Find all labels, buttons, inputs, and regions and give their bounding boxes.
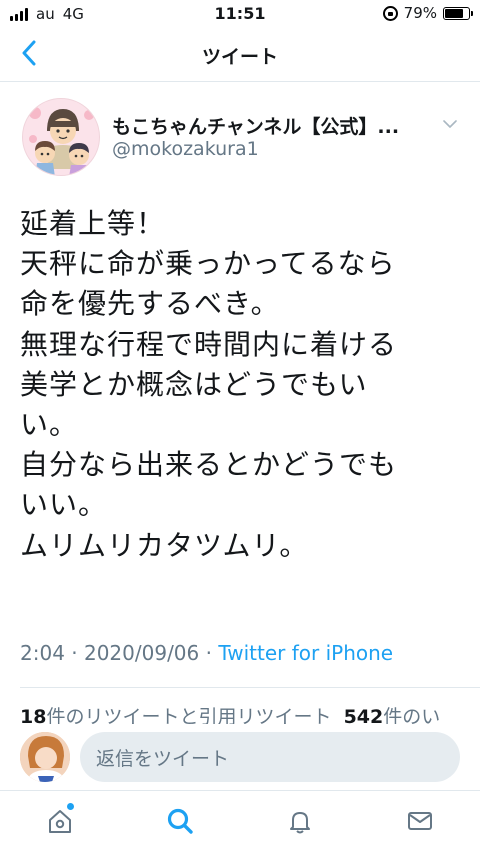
nav-bar: ツイート xyxy=(0,28,480,82)
more-options-button[interactable] xyxy=(440,114,460,134)
battery-percent: 79% xyxy=(403,4,437,22)
tweet-text-line: い。 xyxy=(20,408,79,442)
tab-bar xyxy=(0,790,480,854)
tweet-timestamp: 2:04 · 2020/09/06 · Twitter for iPhone xyxy=(20,641,393,665)
user-photo-icon xyxy=(20,732,70,782)
tweet-text-line: 美学とか概念はどうでもい xyxy=(20,367,368,401)
retweet-label: 件のリツイートと引用リツイート xyxy=(46,706,332,724)
page-title: ツイート xyxy=(201,46,278,68)
tweet-stats[interactable]: 18件のリツイートと引用リツイート 542件のい xyxy=(20,702,480,724)
cartoon-family-avatar-icon xyxy=(29,107,94,175)
battery-icon xyxy=(443,6,473,20)
tab-search[interactable] xyxy=(164,805,196,837)
tab-messages[interactable] xyxy=(404,805,436,837)
status-bar: au 4G 11:51 79% xyxy=(0,0,480,28)
author-name[interactable]: もこちゃんチャンネル【公式】... xyxy=(112,112,399,139)
tweet-text-line: 延着上等！ xyxy=(20,207,166,240)
tweet-text: 延着上等！ 天秤に命が乗っかってるなら 命を優先するべき。 無理な行程で時間内に… xyxy=(20,204,460,566)
tweet-text-line: ムリムリカタツムリ。 xyxy=(20,528,309,562)
tweet-text-line: いい。 xyxy=(20,488,108,522)
home-notification-dot xyxy=(67,803,74,810)
tweet-text-line: 無理な行程で時間内に着ける xyxy=(20,327,398,361)
tweet-text-line: 自分なら出来るとかどうでも xyxy=(20,448,398,482)
user-avatar[interactable] xyxy=(20,732,70,782)
tweet-time: 2:04 · 2020/09/06 · xyxy=(20,641,219,665)
home-icon xyxy=(49,810,71,833)
rotation-lock-icon xyxy=(382,5,398,21)
author-avatar[interactable] xyxy=(22,98,100,176)
search-icon xyxy=(167,808,193,834)
bell-icon xyxy=(290,812,310,834)
like-label: 件のい xyxy=(383,706,441,724)
status-right: 79% xyxy=(382,4,473,22)
tab-notifications[interactable] xyxy=(284,805,316,837)
mail-icon xyxy=(408,812,432,830)
reply-input[interactable]: 返信をツイート xyxy=(80,732,460,782)
author-handle[interactable]: @mokozakura1 xyxy=(112,138,259,160)
like-count: 542 xyxy=(343,706,384,724)
divider xyxy=(20,687,480,688)
tweet-author: もこちゃんチャンネル【公式】... @mokozakura1 xyxy=(20,96,460,182)
tab-home[interactable] xyxy=(44,803,76,837)
tweet-text-line: 命を優先するべき。 xyxy=(20,287,280,321)
retweet-count: 18 xyxy=(20,706,47,724)
reply-bar: 返信をツイート xyxy=(0,724,480,790)
tweet-text-line: 天秤に命が乗っかってるなら xyxy=(20,247,396,281)
tweet-source-link[interactable]: Twitter for iPhone xyxy=(218,641,393,665)
reply-placeholder: 返信をツイート xyxy=(96,747,230,770)
chevron-down-icon xyxy=(443,120,457,128)
